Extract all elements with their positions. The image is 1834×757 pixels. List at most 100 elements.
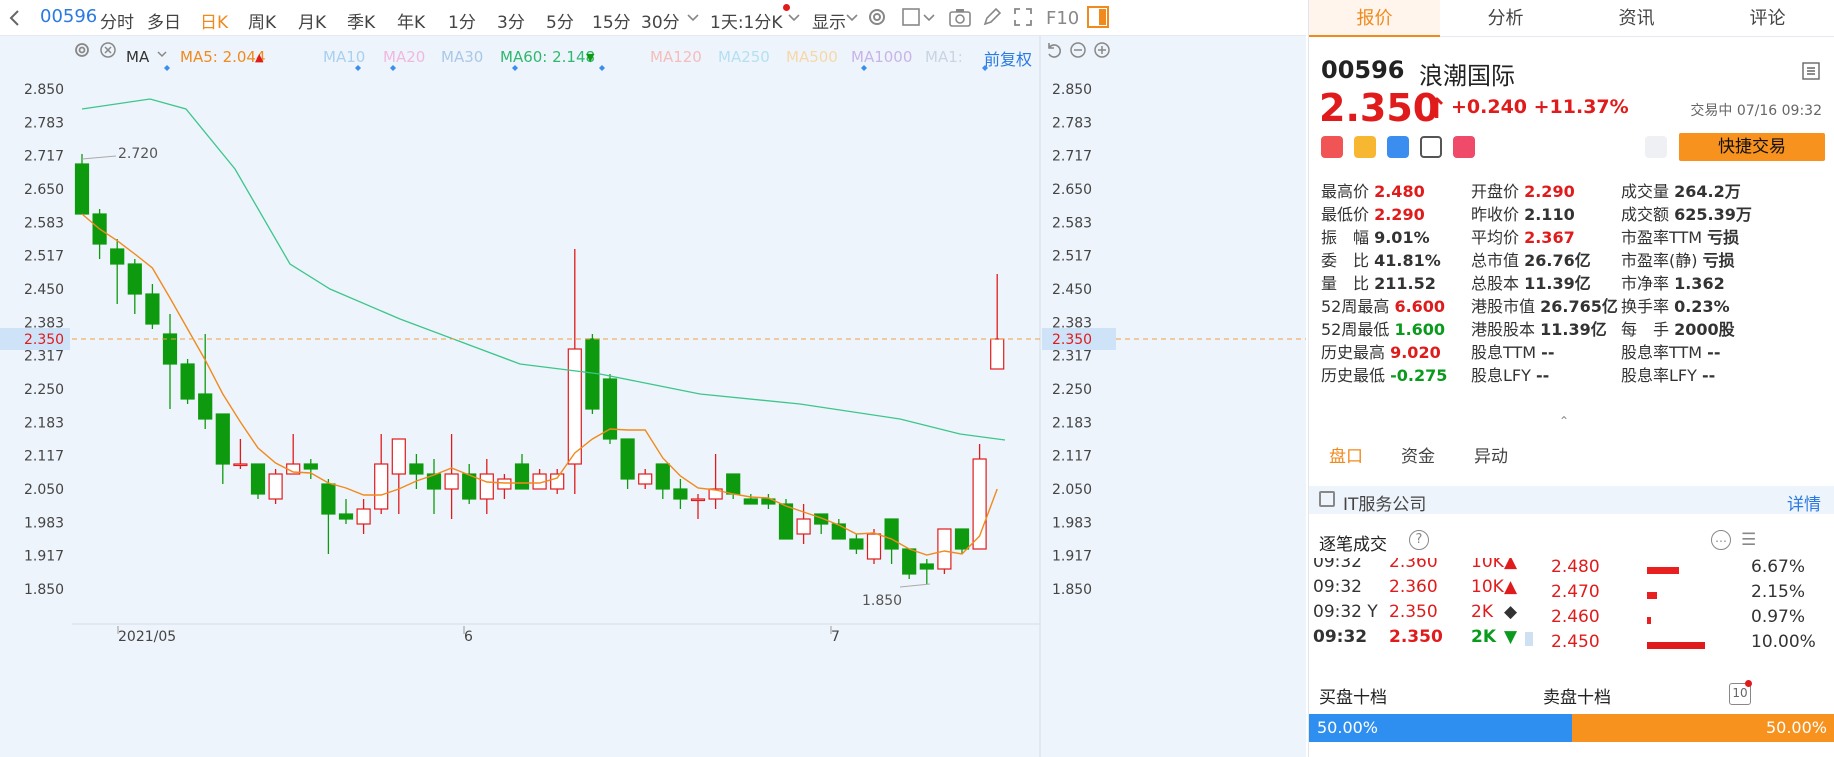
trades-scrollbar[interactable] bbox=[1525, 632, 1533, 646]
candle-body bbox=[814, 513, 829, 525]
depth-list: 2.480 6.67% 2.470 2.15% 2.460 0.97% 2.450 10.00… bbox=[1541, 558, 1834, 668]
trades-list: 09:32 2.360 10K ▲ 09:32 2.360 10K ▲ 09:32 Y 2.350… bbox=[1309, 558, 1549, 668]
zoom-out-icon[interactable] bbox=[1068, 40, 1092, 64]
period-tab[interactable]: 分时 bbox=[100, 8, 134, 33]
quote-field-value: -- bbox=[1541, 343, 1555, 362]
trade-price: 2.360 bbox=[1389, 577, 1438, 597]
quote-field-value: 2000股 bbox=[1674, 320, 1735, 339]
y-tick-label: 2.783 bbox=[24, 116, 64, 132]
ma-type-select[interactable]: MA bbox=[126, 48, 149, 66]
trade-volume: 10K bbox=[1471, 558, 1504, 572]
chevron-down-icon[interactable] bbox=[787, 10, 811, 34]
menu-icon[interactable] bbox=[1802, 62, 1820, 84]
quote-field-value: 26.76亿 bbox=[1524, 251, 1591, 270]
bookmark-icon[interactable] bbox=[1420, 136, 1442, 158]
period-tab[interactable]: 30分 bbox=[641, 8, 680, 33]
tab-capital[interactable]: 资金 bbox=[1401, 442, 1435, 467]
period-tab[interactable]: 5分 bbox=[546, 8, 574, 33]
tab-news[interactable]: 资讯 bbox=[1571, 0, 1702, 37]
tab-comments[interactable]: 评论 bbox=[1702, 0, 1833, 37]
tag-icon[interactable] bbox=[1387, 136, 1409, 158]
quick-trade-button[interactable]: 快捷交易 bbox=[1679, 133, 1825, 161]
chevron-down-icon[interactable] bbox=[922, 10, 946, 34]
y-tick-label: 2.050 bbox=[24, 482, 64, 498]
period-tab[interactable]: 季K bbox=[347, 8, 375, 33]
industry-name[interactable]: IT服务公司 bbox=[1343, 490, 1426, 515]
trades-title: 逐笔成交 bbox=[1319, 535, 1387, 555]
lightning-icon[interactable] bbox=[1354, 136, 1376, 158]
hk-flag-icon[interactable] bbox=[1321, 136, 1343, 158]
candlestick-chart[interactable]: 2.850 2.850 2.783 2.783 2.717 2.717 2.650 2.650… bbox=[0, 36, 1306, 757]
period-tab[interactable]: 15分 bbox=[592, 8, 631, 33]
candle-body bbox=[74, 163, 90, 215]
quote-field-label: 总股本 bbox=[1471, 274, 1525, 293]
badge-row bbox=[1321, 136, 1581, 160]
quote-field-value: -0.275 bbox=[1390, 366, 1448, 385]
tab-movements[interactable]: 异动 bbox=[1474, 442, 1508, 467]
candle-body bbox=[550, 473, 565, 490]
chevron-left-icon[interactable] bbox=[6, 8, 30, 32]
settings-icon[interactable] bbox=[72, 40, 96, 64]
help-icon[interactable]: ? bbox=[1409, 530, 1429, 550]
trade-price: 2.350 bbox=[1389, 602, 1438, 622]
undo-icon[interactable] bbox=[1044, 40, 1068, 64]
candle-body bbox=[620, 438, 635, 480]
period-tab[interactable]: 月K bbox=[298, 8, 326, 33]
camera-icon[interactable] bbox=[948, 6, 972, 30]
pencil-icon[interactable] bbox=[981, 6, 1005, 30]
favorite-heart-icon[interactable] bbox=[1453, 136, 1475, 158]
panel-toggle-icon[interactable] bbox=[1086, 5, 1110, 29]
period-tab[interactable]: 周K bbox=[248, 8, 276, 33]
period-tab[interactable]: 日K bbox=[200, 8, 228, 33]
y-tick-label: 2.717 bbox=[1052, 149, 1092, 165]
candle-body bbox=[602, 378, 618, 440]
period-tab[interactable]: 3分 bbox=[497, 8, 525, 33]
fullscreen-icon[interactable] bbox=[1012, 6, 1036, 30]
trade-direction-icon: ▲ bbox=[1504, 558, 1518, 572]
f10-button[interactable]: F10 bbox=[1046, 8, 1079, 29]
quote-field-label: 开盘价 bbox=[1471, 182, 1525, 201]
candle-body bbox=[849, 538, 864, 550]
chevron-down-icon[interactable] bbox=[156, 46, 180, 70]
close-icon[interactable] bbox=[98, 40, 122, 64]
candle-body bbox=[726, 473, 741, 495]
x-tick-label: 7 bbox=[831, 629, 840, 645]
bell-icon[interactable] bbox=[1645, 136, 1667, 158]
square-icon[interactable] bbox=[900, 6, 924, 30]
period-tab[interactable]: 年K bbox=[397, 8, 425, 33]
y-tick-label: 2.650 bbox=[1052, 182, 1092, 198]
quote-field-label: 52周最低 bbox=[1321, 320, 1395, 339]
trade-time: 09:32 bbox=[1313, 577, 1362, 597]
quote-field-value: -- bbox=[1707, 343, 1721, 362]
adjust-select[interactable]: 前复权 bbox=[984, 46, 1032, 70]
tab-orderbook[interactable]: 盘口 bbox=[1329, 442, 1363, 467]
depth-bar bbox=[1647, 592, 1658, 599]
chart-toolbar: 00596 分时 多日 日K 周K 月K 季K 年K 1分 3分 5分 15分 … bbox=[0, 0, 1306, 36]
y-tick-label: 2.850 bbox=[1052, 82, 1092, 98]
interval-select[interactable]: 1天:1分K bbox=[710, 8, 783, 33]
depth-percent: 2.15% bbox=[1751, 582, 1806, 602]
settings-icon[interactable] bbox=[866, 6, 890, 30]
candle-body bbox=[321, 483, 336, 515]
zoom-in-icon[interactable] bbox=[1092, 40, 1116, 64]
tab-quote[interactable]: 报价 bbox=[1309, 0, 1440, 37]
trade-volume: 2K bbox=[1471, 627, 1497, 647]
display-menu[interactable]: 显示 bbox=[812, 8, 846, 33]
depth-percent: 6.67% bbox=[1751, 558, 1806, 577]
y-tick-label: 2.583 bbox=[24, 216, 64, 232]
quote-field-value: 6.600 bbox=[1394, 297, 1446, 316]
period-tab[interactable]: 1分 bbox=[448, 8, 476, 33]
quote-field-label: 历史最低 bbox=[1321, 366, 1391, 385]
chevron-down-icon[interactable] bbox=[686, 10, 710, 34]
trade-volume: 2K bbox=[1471, 602, 1493, 622]
candle-body bbox=[655, 463, 670, 490]
chart-panel: 00596 分时 多日 日K 周K 月K 季K 年K 1分 3分 5分 15分 … bbox=[0, 0, 1306, 757]
candle-body bbox=[374, 463, 389, 510]
period-tab[interactable]: 多日 bbox=[147, 8, 181, 33]
tab-analysis[interactable]: 分析 bbox=[1440, 0, 1571, 37]
notification-dot bbox=[1745, 680, 1752, 687]
industry-detail-link[interactable]: 详情 bbox=[1787, 490, 1821, 515]
collapse-icon[interactable]: ⌃ bbox=[1559, 414, 1569, 428]
list-icon[interactable]: ☰ bbox=[1741, 530, 1756, 550]
more-icon[interactable]: … bbox=[1711, 530, 1731, 550]
